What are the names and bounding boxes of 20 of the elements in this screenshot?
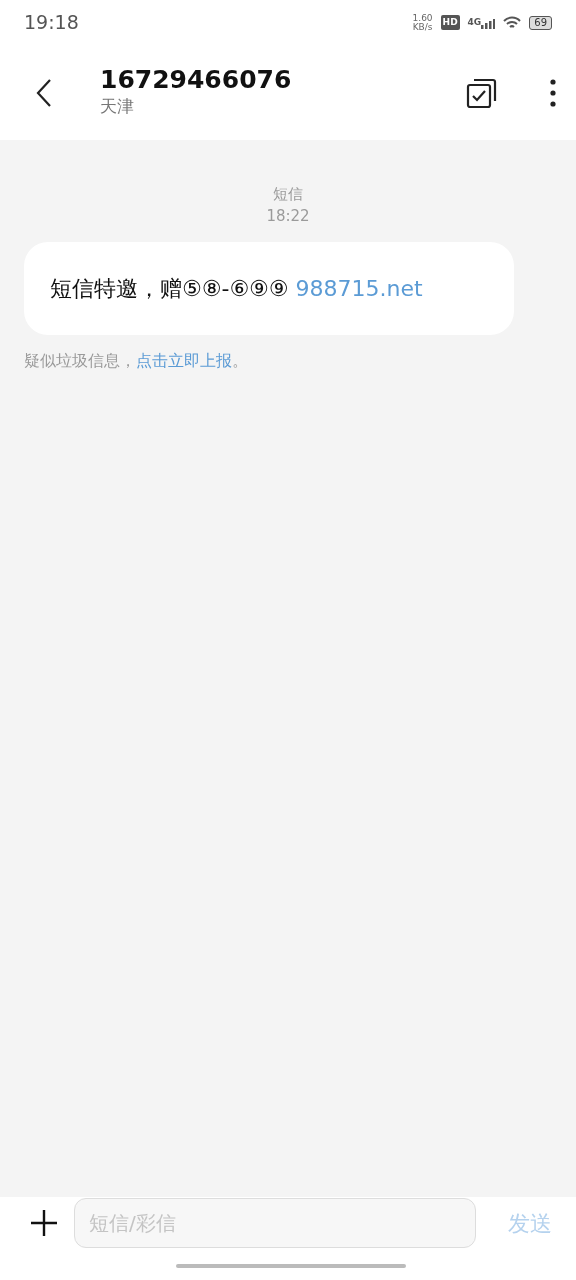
add-icon[interactable] [30, 1209, 58, 1237]
report-link[interactable]: 点击立即上报 [136, 350, 232, 370]
hd-badge: HD [440, 14, 460, 31]
select-icon[interactable] [466, 76, 498, 109]
spam-notice: 疑似垃圾信息，点击立即上报。 [24, 350, 248, 370]
signal-icon [481, 19, 496, 30]
more-icon[interactable] [550, 78, 556, 107]
message-channel: 短信 [272, 184, 304, 205]
message-time: 18:22 [265, 205, 311, 227]
network-type: 4G [467, 15, 482, 29]
contact-number: 16729466076 [100, 66, 293, 94]
net-speed: 1.60 [412, 13, 433, 23]
back-icon[interactable] [36, 78, 52, 107]
net-speed-unit: KB/s [412, 22, 433, 32]
status-time: 19:18 [24, 10, 79, 36]
contact-location: 天津 [100, 94, 135, 118]
wifi-icon [503, 15, 522, 30]
message-text: 短信特邀，赠⑤⑧-⑥⑨⑨ 988715.net [50, 275, 423, 301]
message-link[interactable]: 988715.net [295, 275, 423, 301]
battery-indicator: 69 [529, 15, 552, 30]
